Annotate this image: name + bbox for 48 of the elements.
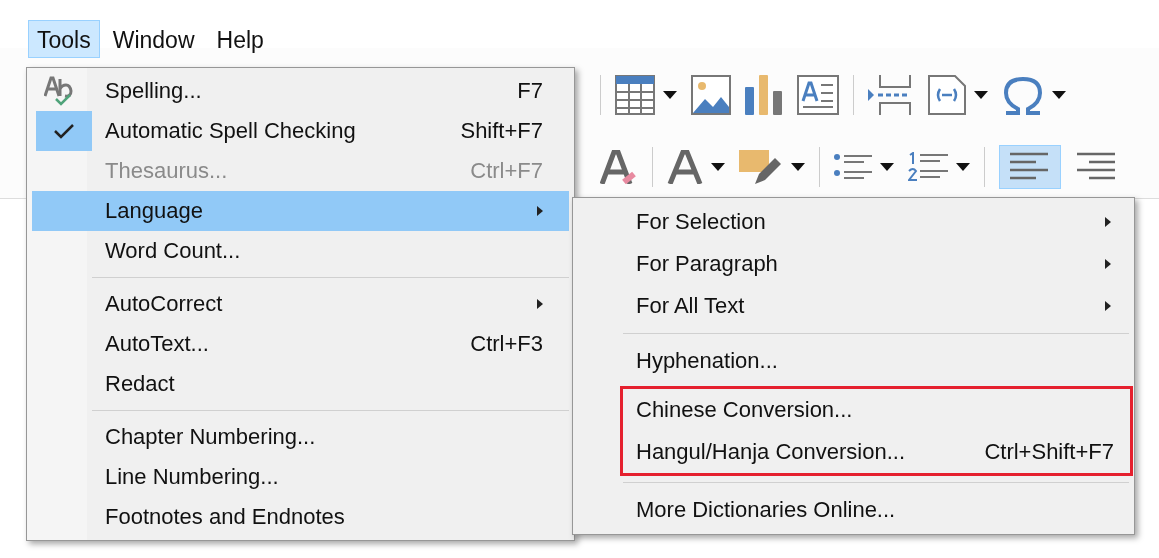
dropdown-arrow-icon[interactable] [956,162,970,172]
image-icon[interactable] [691,75,731,115]
submenu-arrow-icon [1105,217,1111,227]
menubar-item[interactable]: Help [207,20,273,58]
menu-item[interactable]: Automatic Spell Checking Shift+F7 [32,111,569,151]
menu-item[interactable]: Footnotes and Endnotes [32,497,569,537]
menu-item[interactable]: AutoCorrect [32,284,569,324]
menu-item[interactable]: AutoText... Ctrl+F3 [32,324,569,364]
menu-item[interactable]: Spelling... F7 [32,71,569,111]
submenu-arrow-icon [1105,301,1111,311]
page-break-icon[interactable] [868,75,914,115]
omega-icon[interactable] [1002,75,1044,115]
menu-item[interactable]: Chapter Numbering... [32,417,569,457]
menu-item[interactable]: Line Numbering... [32,457,569,497]
menu-item[interactable]: More Dictionaries Online... [578,489,1129,531]
dropdown-arrow-icon[interactable] [711,162,725,172]
submenu-arrow-icon [1105,259,1111,269]
menu-item[interactable]: Hyphenation... [578,340,1129,382]
menu-item[interactable]: Language [32,191,569,231]
dropdown-arrow-icon[interactable] [663,90,677,100]
numbered-list-icon[interactable] [908,152,948,182]
checkmark-icon [53,122,75,140]
menu-item[interactable]: Word Count... [32,231,569,271]
menu-item[interactable]: For All Text [578,285,1129,327]
highlighter-icon[interactable] [739,150,783,184]
dropdown-arrow-icon[interactable] [880,162,894,172]
bullet-list-icon[interactable] [834,154,872,180]
align-right-icon[interactable] [1075,152,1115,182]
field-icon[interactable] [928,75,966,115]
menu-item[interactable]: Hangul/Hanja Conversion... Ctrl+Shift+F7 [623,431,1130,473]
menubar-item[interactable]: Tools [28,20,100,58]
chart-icon[interactable] [745,75,783,115]
table-icon[interactable] [615,75,655,115]
menu-item[interactable]: Chinese Conversion... [623,389,1130,431]
submenu-arrow-icon [537,299,543,309]
clear-formatting-icon[interactable] [600,150,638,184]
dropdown-arrow-icon[interactable] [974,90,988,100]
menubar-item[interactable]: Window [103,20,204,58]
menu-item[interactable]: Redact [32,364,569,404]
submenu-arrow-icon [537,206,543,216]
align-left-icon[interactable] [999,145,1061,189]
menu-item[interactable]: For Selection [578,201,1129,243]
text-box-icon[interactable] [797,75,839,115]
dropdown-arrow-icon[interactable] [791,162,805,172]
font-color-icon[interactable] [667,150,703,184]
dropdown-arrow-icon[interactable] [1052,90,1066,100]
menu-item[interactable]: For Paragraph [578,243,1129,285]
checkbox[interactable] [36,111,92,151]
